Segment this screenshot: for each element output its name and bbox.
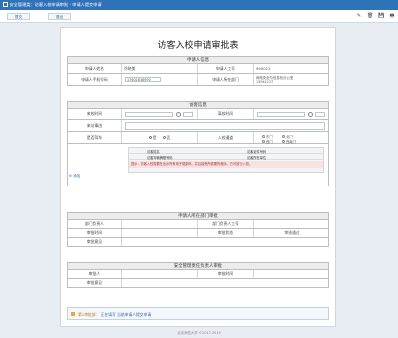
applicant-phone-input[interactable]: 17601636990 [125,77,161,82]
visit-reason-row: 来访事由 [67,120,329,132]
workflow-status-bar: 第1审批部： 正在填写 当前申请人提交申请 [67,307,329,320]
arrive-time-label: 来校时间 [68,109,122,119]
section-dept-review: 申请人所在部门审批 [67,212,329,220]
section-applicant-info: 申请人信息 [67,56,329,64]
applicant-row-2: 申请人手机号码 17601636990 申请人所在部门 网络安全与信息化办公室 … [67,74,329,86]
delete-icon[interactable]: 🗑 [367,13,373,19]
applicant-id-label: 申请人工号 [198,64,254,73]
gate-southwest-option[interactable]: 西南门 [282,139,296,144]
leave-time-cell [254,109,330,119]
toolbar: 提交 退出 ✎ 🗑 💾 🖶 [0,10,398,23]
visit-reason-label: 来访事由 [68,120,122,131]
leave-hour-select[interactable] [315,112,325,117]
leave-clock-icon[interactable] [308,112,313,117]
security-time-label: 审批时间 [198,270,254,278]
app-title: 安全管理类：访客入校申请审批 - 申请人提交申请 [3,2,102,8]
add-visitor-label: 添加 [73,174,81,178]
radio-icon[interactable] [282,140,285,143]
arrive-time-cell [122,109,198,119]
form-title: 访客入校申请审批表 [157,41,239,51]
applicant-name-value: 徐晓美 [122,64,198,73]
workflow-status-text: 第1审批部： 正在填写 当前申请人提交申请 [78,312,151,318]
gate-options: 东门 北门 西门 西南门 [254,132,330,144]
drive-car-options: 是 否 [122,132,198,143]
dept-head-value [122,220,198,228]
add-visitor-link[interactable]: ⊕ 添加 [69,174,80,179]
dept-review-opinion-value [122,238,330,246]
dept-review-status-value: 审核通过 [284,230,300,235]
add-icon: ⊕ [69,174,73,178]
gate-west-label: 西门 [266,139,273,144]
radio-no-icon[interactable] [162,136,166,139]
workflow-step-icon [71,312,75,316]
exit-button[interactable]: 退出 [48,13,71,20]
gate-west-option[interactable]: 西门 [262,139,273,144]
security-approver-label: 审批人 [68,270,122,278]
gate-southwest-label: 西南门 [286,139,296,144]
arrive-clock-icon[interactable] [176,112,181,117]
dept-review-time-label: 审批时间 [68,229,122,237]
applicant-phone-cell: 17601636990 [122,74,198,85]
app-title-text: 安全管理类：访客入校申请审批 - 申请人提交申请 [9,2,102,7]
arrive-hour-select[interactable] [183,112,193,117]
print-icon[interactable]: 🖶 [389,13,395,19]
section-visitor-info: 访客信息 [67,101,329,109]
submit-button[interactable]: 提交 [7,13,30,20]
drive-car-no-option[interactable]: 否 [162,134,171,141]
app-title-bar: 安全管理类：访客入校申请审批 - 申请人提交申请 [0,0,398,10]
workflow-step-prefix: 第1审批部： [78,312,100,317]
drive-car-yes-option[interactable]: 是 [148,134,157,141]
security-review-row-2: 审批意见 [67,279,329,288]
security-review-row-1: 审批人 审批时间 [67,270,329,279]
leave-date-input[interactable] [257,112,305,117]
dept-review-opinion-label: 审批意见 [68,238,122,246]
applicant-dept-code: 13941127 [256,80,274,84]
visitor-detail-row: 访客姓名 访客证件号码 访客车辆牌照号码 访客所在单位 提示：访客入校需要在出示… [67,144,329,186]
copyright-text: 北京师范大学 ©2017-2019 [177,331,221,335]
form-paper: 访客入校申请审批表 申请人信息 申请人姓名 徐晓美 申请人工号 990012 申… [60,27,336,327]
applicant-phone-label: 申请人手机号码 [68,74,122,85]
dept-review-status-label: 审批状态 [198,229,254,237]
visitor-unit-label: 访客所在单位 [247,156,267,160]
dept-review-row-1: 部门负责人 部门负责人工号 [67,220,329,229]
visitor-plate-label: 访客车辆牌照号码 [147,156,173,160]
dept-head-id-label: 部门负责人工号 [198,220,254,228]
applicant-row-1: 申请人姓名 徐晓美 申请人工号 990012 [67,64,329,74]
edit-icon[interactable]: ✎ [356,13,362,19]
gate-label: 入校通道 [198,132,254,143]
dept-review-time-value [122,229,198,237]
app-logo-icon [3,2,8,7]
applicant-id-value: 990012 [256,66,271,71]
security-opinion-value [122,279,330,287]
workflow-action[interactable]: 正在填写 [101,312,116,317]
applicant-dept-label: 申请人所在部门 [198,74,254,85]
applicant-dept-value: 网络安全与信息化办公室 13941127 [254,74,330,85]
section-security-review: 安全管理责任负责人审批 [67,262,329,270]
dept-head-label: 部门负责人 [68,220,122,228]
dept-head-id-value [254,220,330,228]
drive-car-yes-label: 是 [152,134,157,140]
visitor-time-row: 来校时间 离校时间 [67,109,329,120]
visit-reason-input[interactable] [125,122,325,130]
save-icon[interactable]: 💾 [378,13,384,19]
radio-icon[interactable] [262,140,265,143]
security-approver-value [122,270,198,278]
dept-review-row-2: 审批时间 审批状态 审核通过 [67,229,329,238]
visit-reason-cell [122,120,330,131]
security-time-value [254,270,330,278]
drive-car-label: 是否驾车 [68,132,122,143]
leave-time-label: 离校时间 [198,109,254,119]
arrive-date-input[interactable] [125,112,173,117]
visitor-detail-table: 访客姓名 访客证件号码 访客车辆牌照号码 访客所在单位 提示：访客入校需要在出示… [128,147,324,173]
visitor-detail-row-2: 访客车辆牌照号码 访客所在单位 [129,154,323,160]
drive-car-no-label: 否 [166,134,171,140]
dept-review-row-3: 审批意见 [67,238,329,247]
visitor-notice: 提示：访客入校需要在出示所有电子健康码，并且接受所需要的程序，方可放行入校。 [129,161,323,168]
workflow-current-step[interactable]: 当前申请人提交申请 [117,312,151,317]
car-gate-row: 是否驾车 是 否 入校通道 东门 北门 西门 西南门 [67,132,329,144]
radio-yes-icon[interactable] [148,136,152,139]
applicant-name-label: 申请人姓名 [68,64,122,73]
security-opinion-label: 审批意见 [68,279,122,287]
